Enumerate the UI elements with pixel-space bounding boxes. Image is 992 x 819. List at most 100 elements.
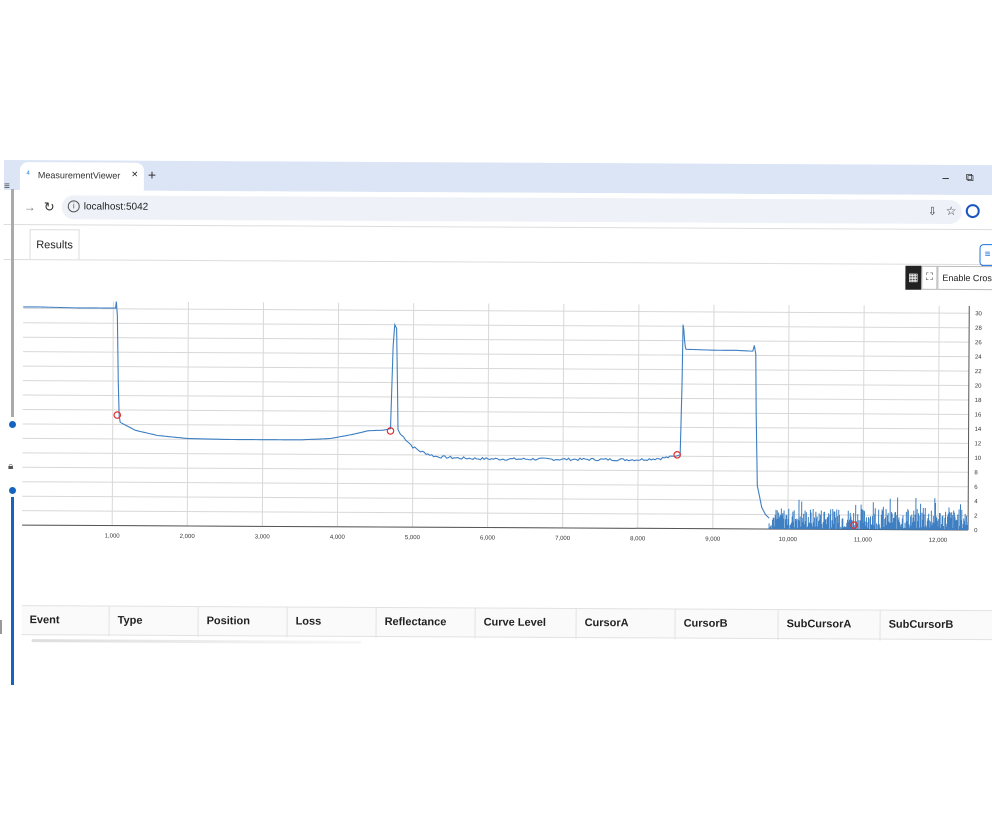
grid-line-v	[562, 303, 565, 528]
x-tick-label: 6,000	[480, 535, 496, 541]
grid-line-v	[186, 301, 189, 526]
y-tick-label: 20	[975, 384, 982, 390]
tab-title: MeasurementViewer	[37, 170, 121, 181]
events-table-header: Event Type Position Loss Reflectance Curve Le…	[21, 605, 992, 642]
column-header-loss[interactable]: Loss	[287, 607, 377, 638]
grid-line-v	[937, 305, 940, 530]
reload-icon[interactable]: ↻	[44, 199, 55, 215]
chart-grid	[22, 301, 970, 531]
lock-icon[interactable]: 🔒︎	[8, 461, 13, 472]
x-tick-label: 3,000	[255, 534, 271, 540]
x-tick-label: 1,000	[105, 534, 121, 540]
slider-handle[interactable]	[9, 421, 16, 428]
column-header-cursora[interactable]: CursorA	[576, 609, 676, 640]
grid-line-h	[22, 466, 969, 473]
y-tick-label: 28	[975, 326, 982, 332]
y-tick-label: 26	[975, 340, 982, 346]
grid-line-h	[22, 380, 969, 387]
y-axis-line	[967, 306, 970, 531]
grid-line-h	[22, 423, 969, 430]
install-app-icon[interactable]: ⇩	[928, 205, 937, 218]
slider-handle[interactable]	[9, 487, 16, 494]
grid-line-v	[862, 305, 865, 530]
y-tick-label: 16	[975, 412, 982, 418]
x-tick-label: 2,000	[180, 534, 196, 540]
y-tick-label: 10	[974, 456, 981, 462]
tab-results[interactable]: Results	[29, 229, 80, 260]
x-tick-label: 8,000	[630, 536, 646, 542]
grid-line-h	[22, 495, 969, 502]
measurement-chart[interactable]: 0246810121416182022242628301,000 2,000 3,0…	[2, 281, 992, 586]
column-header-position[interactable]: Position	[198, 607, 288, 638]
y-tick-label: 14	[975, 427, 982, 433]
y-tick-label: 24	[975, 355, 982, 361]
active-rail[interactable]	[11, 497, 14, 685]
fullscreen-icon[interactable]: ⛶	[921, 265, 938, 290]
close-tab-icon[interactable]: ×	[131, 169, 138, 181]
y-tick-label: 6	[974, 485, 978, 491]
x-tick-label: 11,000	[854, 537, 873, 543]
grid-line-h	[23, 322, 970, 329]
x-tick-label: 4,000	[330, 535, 346, 541]
x-tick-label: 9,000	[705, 537, 721, 543]
grid-line-v	[336, 302, 340, 527]
grid-line-v	[637, 304, 640, 529]
y-tick-label: 2	[974, 514, 978, 520]
side-panel: ≡ 🔒︎	[0, 165, 30, 685]
info-icon[interactable]: i	[67, 200, 80, 213]
x-tick-label: 7,000	[555, 536, 571, 542]
column-header-subcursorb[interactable]: SubCursorB	[880, 610, 992, 642]
grid-line-h	[23, 336, 970, 343]
grid-line-h	[22, 437, 969, 444]
grid-line-v	[787, 305, 790, 530]
screenshot-stage: ⁴ MeasurementViewer × + − ⧉ → ↻ i localh…	[0, 0, 992, 819]
column-header-cursorb[interactable]: CursorB	[675, 609, 779, 641]
grid-line-h	[22, 452, 969, 459]
y-tick-label: 12	[975, 441, 982, 447]
browser-window: ⁴ MeasurementViewer × + − ⧉ → ↻ i localh…	[1, 160, 992, 686]
column-header-reflectance[interactable]: Reflectance	[376, 607, 476, 639]
x-tick-label: 5,000	[405, 535, 421, 541]
table-row-placeholder	[31, 639, 362, 644]
column-header-curve-level[interactable]: Curve Level	[475, 608, 577, 640]
grid-line-v	[261, 302, 265, 527]
y-tick-label: 30	[975, 311, 982, 317]
chart-toolbar: ▦ ⛶ Enable Crossh	[905, 265, 992, 291]
grid-line-h	[23, 307, 970, 314]
enable-crosshair-button[interactable]: Enable Crossh	[937, 265, 992, 291]
y-tick-label: 0	[974, 528, 978, 534]
x-tick-label: 12,000	[929, 538, 948, 544]
url-text[interactable]: localhost:5042	[84, 201, 149, 212]
restore-button[interactable]: ⧉	[966, 172, 974, 185]
grid-line-h	[22, 394, 969, 401]
column-header-event[interactable]: Event	[21, 606, 110, 637]
grid-line-v	[111, 301, 114, 526]
grid-line-h	[22, 408, 969, 415]
grid-icon[interactable]: ▦	[905, 265, 922, 290]
page-content: Results ≡ 0 2 4 6 8 10 12 14 16 18 20 22 24 26 28 30 1,0…	[1, 223, 992, 686]
column-header-subcursora[interactable]: SubCursorA	[778, 610, 881, 641]
y-tick-label: 18	[975, 398, 982, 404]
omnibox[interactable]: i localhost:5042 ⇩ ☆	[61, 195, 962, 225]
grid-line-h	[22, 510, 969, 517]
minimize-button[interactable]: −	[942, 171, 950, 186]
drag-handle-icon[interactable]: ≡	[4, 181, 10, 192]
scroll-rail[interactable]	[11, 189, 14, 417]
grid-line-v	[411, 303, 415, 528]
grid-line-v	[487, 303, 490, 528]
grid-line-h	[22, 481, 969, 488]
star-icon[interactable]: ☆	[946, 204, 957, 218]
browser-tab[interactable]: ⁴ MeasurementViewer ×	[19, 162, 144, 191]
y-tick-label: 4	[974, 499, 978, 505]
y-tick-label: 8	[974, 470, 978, 476]
column-header-type[interactable]: Type	[109, 606, 199, 638]
tab-divider	[3, 258, 992, 266]
profile-icon[interactable]	[965, 204, 980, 219]
hamburger-menu-icon[interactable]: ≡	[979, 244, 992, 267]
x-tick-label: 10,000	[779, 537, 798, 543]
address-bar-row: → ↻ i localhost:5042 ⇩ ☆	[3, 189, 992, 230]
edge-tick	[0, 620, 2, 634]
grid-line-v	[712, 304, 715, 529]
grid-line-h	[22, 365, 969, 372]
new-tab-button[interactable]: +	[148, 167, 156, 183]
